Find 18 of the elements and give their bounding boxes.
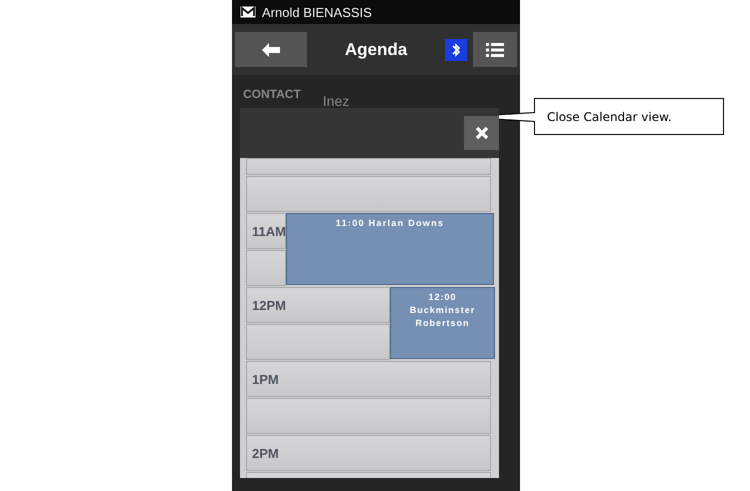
time-slot[interactable]: 11AM: [246, 213, 286, 249]
time-slot[interactable]: 12PM: [246, 287, 390, 323]
event-name: Buckminster Robertson: [408, 304, 476, 330]
event-time: 12:00: [428, 291, 457, 304]
calendar-event[interactable]: 11:00 Harlan Downs: [286, 213, 494, 285]
time-slot[interactable]: 1PM: [246, 361, 491, 397]
event-text: 11:00 Harlan Downs: [336, 217, 444, 230]
hour-label: 1PM: [252, 372, 279, 386]
screen-title: Agenda: [344, 40, 408, 60]
hour-label: 11AM: [252, 224, 286, 238]
contact-label: CONTACT: [243, 87, 301, 103]
account-name: Arnold BIENASSIS: [262, 4, 372, 20]
contact-value: Inez: [322, 93, 350, 109]
hour-label: 2PM: [252, 446, 279, 460]
time-slot[interactable]: 2PM: [246, 435, 491, 471]
callout-text: Close Calendar view.: [547, 110, 672, 124]
hour-label: 12PM: [252, 298, 286, 312]
calendar-event[interactable]: 12:00 Buckminster Robertson: [390, 287, 495, 359]
